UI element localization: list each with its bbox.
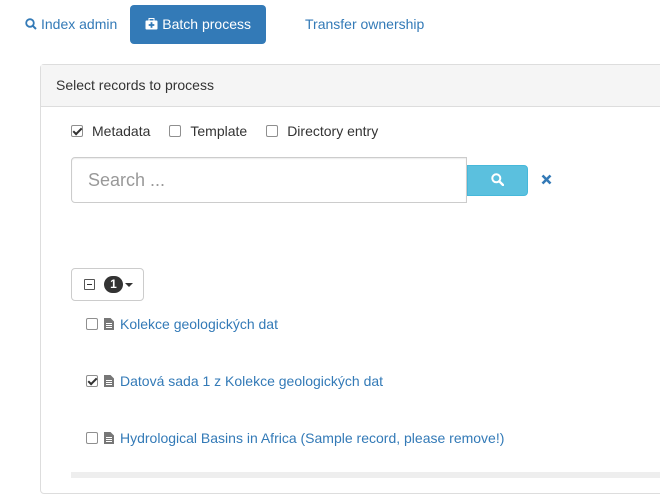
- tab-transfer-ownership[interactable]: Transfer ownership: [292, 5, 437, 44]
- record-title-link[interactable]: Kolekce geologických dat: [120, 316, 278, 332]
- clear-search-button[interactable]: [536, 170, 556, 190]
- admin-tabs: Index admin Batch process Transfer owner…: [12, 5, 437, 44]
- caret-down-icon: [125, 282, 133, 287]
- tab-label: Index admin: [41, 16, 118, 32]
- list-item: Datová sada 1 z Kolekce geologických dat: [86, 371, 383, 391]
- tab-index-admin[interactable]: Index admin: [12, 5, 130, 44]
- file-icon: [104, 375, 114, 387]
- template-checkbox[interactable]: [169, 125, 182, 137]
- file-icon: [104, 432, 114, 444]
- record-checkbox[interactable]: [86, 432, 98, 444]
- close-icon: [541, 172, 552, 188]
- metadata-checkbox[interactable]: [71, 125, 83, 137]
- selected-count-badge: 1: [104, 276, 123, 293]
- record-title-link[interactable]: Hydrological Basins in Africa (Sample re…: [120, 430, 504, 446]
- list-item: Hydrological Basins in Africa (Sample re…: [86, 428, 504, 448]
- list-item: Kolekce geologických dat: [86, 314, 278, 334]
- record-checkbox[interactable]: [86, 375, 98, 387]
- filter-label: Metadata: [92, 123, 151, 139]
- minus-square-icon: [84, 279, 95, 290]
- search-icon: [25, 6, 37, 45]
- selection-dropdown[interactable]: 1: [71, 268, 144, 301]
- filter-directory-entry[interactable]: Directory entry: [266, 123, 378, 139]
- record-type-filters: Metadata Template Directory entry: [71, 123, 397, 139]
- filter-label: Template: [190, 123, 248, 139]
- record-title-link[interactable]: Datová sada 1 z Kolekce geologických dat: [120, 373, 383, 389]
- filter-template[interactable]: Template: [169, 123, 247, 139]
- panel-heading: Select records to process: [41, 65, 660, 107]
- search-icon: [491, 172, 505, 189]
- tab-label: Batch process: [162, 16, 251, 32]
- filter-label: Directory entry: [287, 123, 379, 139]
- tab-batch-process[interactable]: Batch process: [130, 5, 266, 44]
- file-icon: [104, 318, 114, 330]
- tab-label: Transfer ownership: [305, 16, 425, 32]
- record-checkbox[interactable]: [86, 318, 98, 330]
- panel-footer-divider: [71, 472, 660, 478]
- directory-entry-checkbox[interactable]: [266, 125, 279, 137]
- search-button[interactable]: [467, 165, 528, 196]
- search-input[interactable]: [71, 157, 467, 203]
- medkit-icon: [145, 6, 158, 45]
- filter-metadata[interactable]: Metadata: [71, 123, 150, 139]
